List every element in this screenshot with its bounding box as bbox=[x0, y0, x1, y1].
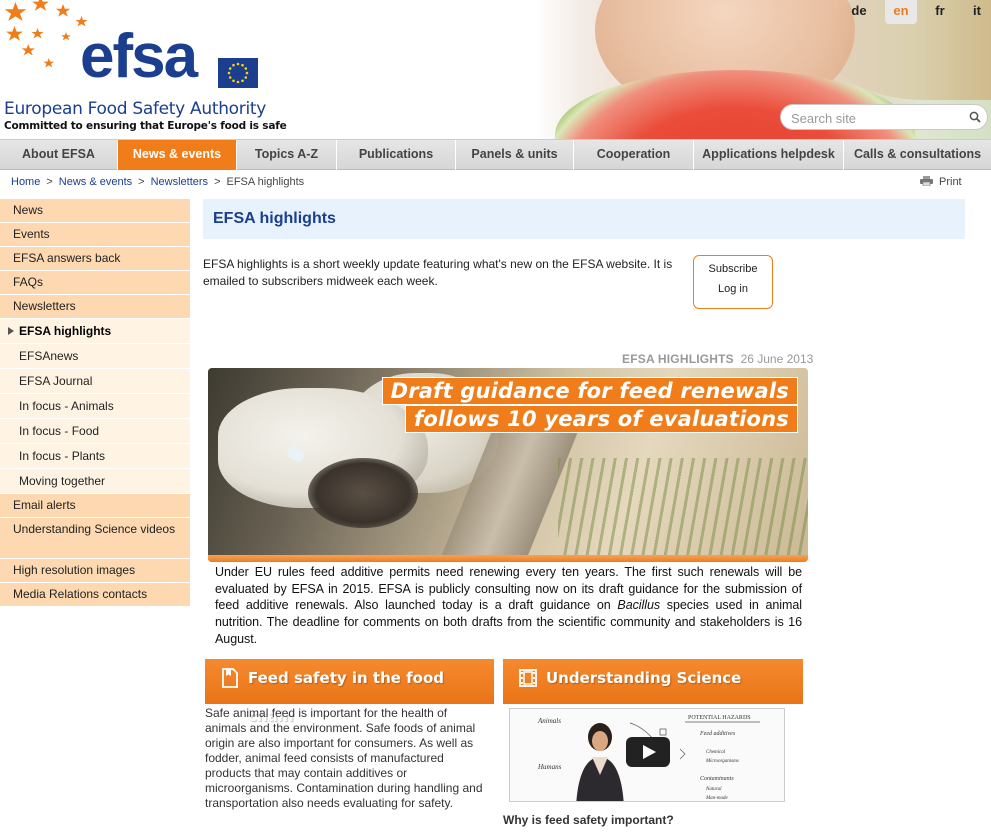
sidebar-item-in-focus-plants[interactable]: In focus - Plants bbox=[0, 444, 190, 469]
sidebar-item-efsanews[interactable]: EFSAnews bbox=[0, 344, 190, 369]
wb-label: Natural bbox=[705, 787, 722, 792]
nav-publications[interactable]: Publications bbox=[337, 140, 456, 170]
wb-label: POTENTIAL HAZARDS bbox=[688, 715, 751, 721]
print-label: Print bbox=[939, 176, 962, 188]
sidebar-item-efsa-highlights[interactable]: EFSA highlights bbox=[0, 319, 190, 344]
breadcrumb-home[interactable]: Home bbox=[11, 176, 40, 188]
understanding-science-title: Understanding Science bbox=[546, 669, 742, 687]
sidebar-item-newsletters[interactable]: Newsletters bbox=[0, 295, 190, 319]
presenter-figure bbox=[576, 723, 624, 801]
site-header: efsa European Food Safety Authority Comm… bbox=[0, 0, 991, 140]
wb-label: Animals bbox=[537, 717, 561, 725]
banner-headline-line2: follows 10 years of evaluations bbox=[404, 405, 798, 433]
banner-stripe bbox=[208, 555, 808, 562]
story-italic: Bacillus bbox=[617, 598, 661, 613]
subscribe-link[interactable]: Subscribe bbox=[694, 263, 772, 275]
breadcrumb-separator: > bbox=[46, 176, 53, 188]
breadcrumb-separator: > bbox=[214, 176, 221, 188]
nav-applications-helpdesk[interactable]: Applications helpdesk bbox=[694, 140, 844, 170]
wb-label: Feed additives bbox=[699, 731, 736, 737]
wb-label: Man-made bbox=[705, 796, 728, 801]
understanding-science-header[interactable]: Understanding Science bbox=[503, 659, 803, 704]
search-icon[interactable] bbox=[969, 111, 981, 123]
sidebar-item-moving-together[interactable]: Moving together bbox=[0, 469, 190, 494]
nav-topics-az[interactable]: Topics A-Z bbox=[237, 140, 337, 170]
film-icon bbox=[519, 669, 537, 687]
nav-cooperation[interactable]: Cooperation bbox=[574, 140, 694, 170]
sidebar: News Events EFSA answers back FAQs Newsl… bbox=[0, 199, 190, 607]
feed-safety-header[interactable]: Feed safety in the food chain bbox=[205, 659, 494, 725]
breadcrumb-newsletters[interactable]: Newsletters bbox=[151, 176, 208, 188]
grass bbox=[558, 458, 808, 562]
nav-panels-units[interactable]: Panels & units bbox=[456, 140, 574, 170]
video-player[interactable]: POTENTIAL HAZARDS Animals Feed additives… bbox=[509, 708, 785, 802]
sidebar-item-label: EFSA highlights bbox=[19, 324, 112, 338]
breadcrumb-separator: > bbox=[138, 176, 145, 188]
lang-it[interactable]: it bbox=[961, 0, 991, 24]
subscribe-box: Subscribe Log in bbox=[693, 255, 773, 309]
search-box bbox=[780, 104, 988, 130]
newsletter-meta: EFSA HIGHLIGHTS 26 June 2013 bbox=[622, 352, 813, 366]
sidebar-item-media-relations-contacts[interactable]: Media Relations contacts bbox=[0, 583, 190, 607]
sidebar-item-efsa-journal[interactable]: EFSA Journal bbox=[0, 369, 190, 394]
lang-de[interactable]: de bbox=[843, 0, 875, 24]
breadcrumb-current: EFSA highlights bbox=[226, 176, 305, 188]
cow-head bbox=[308, 458, 418, 528]
breadcrumb-news-events[interactable]: News & events bbox=[59, 176, 132, 188]
banner-headline-line1: Draft guidance for feed renewals bbox=[381, 377, 798, 405]
intro-text: EFSA highlights is a short weekly update… bbox=[203, 257, 673, 288]
play-icon[interactable] bbox=[626, 737, 670, 767]
org-name: European Food Safety Authority bbox=[4, 99, 267, 119]
main-nav: About EFSA News & events Topics A-Z Publ… bbox=[0, 139, 991, 170]
sidebar-item-faqs[interactable]: FAQs bbox=[0, 271, 190, 295]
newsletter-date: 26 June 2013 bbox=[740, 352, 814, 366]
search-input[interactable] bbox=[791, 109, 961, 127]
logo-wordmark: efsa bbox=[80, 22, 198, 91]
sidebar-item-news[interactable]: News bbox=[0, 199, 190, 223]
page-title: EFSA highlights bbox=[213, 210, 336, 227]
wb-label: Contaminants bbox=[700, 776, 734, 782]
feature-banner[interactable]: Draft guidance for feed renewals follows… bbox=[208, 368, 808, 562]
story-text: Under EU rules feed additive permits nee… bbox=[215, 564, 802, 648]
lang-en[interactable]: en bbox=[885, 0, 917, 24]
sidebar-item-understanding-science-videos[interactable]: Understanding Science videos bbox=[0, 518, 190, 559]
printer-icon bbox=[920, 176, 933, 186]
page-title-bar: EFSA highlights bbox=[203, 199, 965, 239]
wb-label: Humans bbox=[537, 763, 562, 771]
feed-safety-text: Safe animal feed is important for the he… bbox=[205, 706, 483, 810]
wb-label: Microorganisms bbox=[705, 759, 739, 764]
breadcrumb: Home > News & events > Newsletters > EFSA high… bbox=[11, 176, 304, 188]
nav-about-efsa[interactable]: About EFSA bbox=[0, 140, 118, 170]
video-caption[interactable]: Why is feed safety important? bbox=[503, 813, 674, 827]
lang-fr[interactable]: fr bbox=[924, 0, 956, 24]
sidebar-item-high-resolution-images[interactable]: High resolution images bbox=[0, 559, 190, 583]
tagline: Committed to ensuring that Europe's food… bbox=[4, 120, 287, 132]
efsa-logo[interactable]: efsa European Food Safety Authority Comm… bbox=[0, 0, 300, 138]
print-link[interactable]: Print bbox=[920, 176, 962, 188]
wb-label: Chemical bbox=[706, 750, 726, 755]
nav-news-events[interactable]: News & events bbox=[118, 140, 237, 170]
sidebar-item-email-alerts[interactable]: Email alerts bbox=[0, 494, 190, 518]
document-icon bbox=[222, 668, 238, 688]
sidebar-item-in-focus-food[interactable]: In focus - Food bbox=[0, 419, 190, 444]
newsletter-label: EFSA HIGHLIGHTS bbox=[622, 352, 734, 366]
sidebar-item-events[interactable]: Events bbox=[0, 223, 190, 247]
sidebar-item-efsa-answers-back[interactable]: EFSA answers back bbox=[0, 247, 190, 271]
sidebar-item-in-focus-animals[interactable]: In focus - Animals bbox=[0, 394, 190, 419]
eu-flag-icon bbox=[218, 58, 258, 88]
arrow-right-icon bbox=[8, 327, 14, 335]
nav-calls-consultations[interactable]: Calls & consultations bbox=[844, 140, 991, 170]
login-link[interactable]: Log in bbox=[694, 283, 772, 295]
